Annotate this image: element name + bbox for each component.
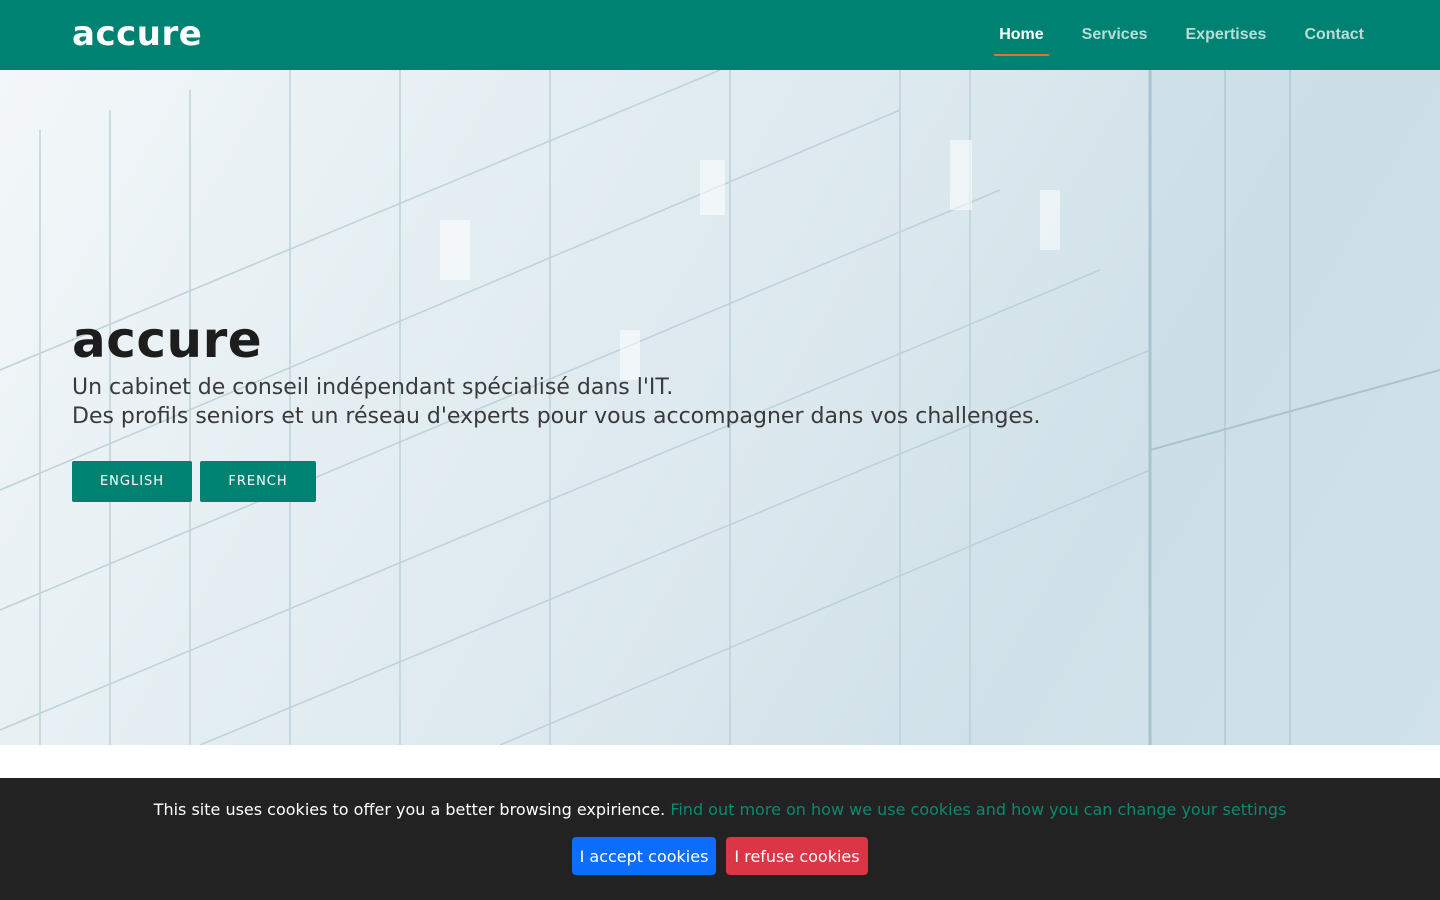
nav-home[interactable]: Home (994, 25, 1050, 56)
hero-subtitle: Un cabinet de conseil indépendant spécia… (72, 373, 1172, 431)
hero-title: accure (72, 311, 263, 369)
cookie-text: This site uses cookies to offer you a be… (153, 800, 666, 819)
nav-expertises[interactable]: Expertises (1184, 25, 1269, 45)
top-navbar: accure Home Services Expertises Contact (0, 0, 1440, 70)
nav-contact[interactable]: Contact (1302, 25, 1366, 45)
cookie-message: This site uses cookies to offer you a be… (0, 800, 1440, 820)
hero-section: accure Un cabinet de conseil indépendant… (0, 70, 1440, 745)
nav-services[interactable]: Services (1080, 25, 1150, 45)
main-nav: Home Services Expertises Contact (994, 0, 1366, 70)
cookie-banner: This site uses cookies to offer you a be… (0, 778, 1440, 900)
logo[interactable]: accure (72, 14, 202, 54)
accept-cookies-button[interactable]: I accept cookies (572, 837, 716, 875)
hero-subtitle-line-1: Un cabinet de conseil indépendant spécia… (72, 375, 674, 400)
french-button[interactable]: FRENCH (200, 461, 316, 502)
refuse-cookies-button[interactable]: I refuse cookies (726, 837, 868, 875)
english-button[interactable]: ENGLISH (72, 461, 192, 502)
hero-subtitle-line-2: Des profils seniors et un réseau d'exper… (72, 404, 1041, 429)
cookie-settings-link[interactable]: Find out more on how we use cookies and … (670, 800, 1286, 819)
